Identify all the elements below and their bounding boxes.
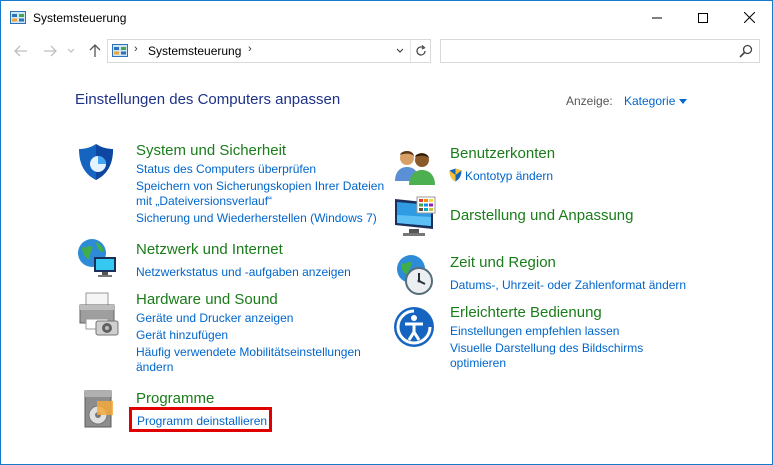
link-recommend-settings[interactable]: Einstellungen empfehlen lassen (450, 323, 619, 339)
link-date-time-format[interactable]: Datums-, Uhrzeit- oder Zahlenformat ände… (450, 277, 686, 293)
monitor-color-icon[interactable] (393, 195, 439, 241)
page-heading: Einstellungen des Computers anpassen (75, 91, 341, 108)
view-by-value: Kategorie (624, 94, 676, 108)
globe-network-icon[interactable] (76, 237, 120, 279)
link-backup-restore[interactable]: Sicherung und Wiederherstellen (Windows … (136, 210, 377, 226)
category-time-region[interactable]: Zeit und Region (450, 254, 556, 271)
forward-button[interactable] (41, 42, 59, 60)
control-panel-icon (112, 44, 128, 57)
category-programs[interactable]: Programme (136, 390, 214, 407)
chevron-down-icon (67, 48, 75, 53)
search-input[interactable] (440, 39, 760, 63)
arrow-right-icon (44, 45, 57, 57)
link-mobility-settings-cont[interactable]: ändern (136, 359, 173, 375)
address-bar[interactable]: › Systemsteuerung › (107, 39, 431, 63)
shield-icon[interactable] (76, 142, 116, 182)
close-icon (743, 12, 755, 23)
window-title: Systemsteuerung (33, 11, 127, 25)
chevron-right-icon[interactable]: › (134, 43, 138, 55)
link-devices-printers[interactable]: Geräte und Drucker anzeigen (136, 310, 293, 326)
printer-icon[interactable] (76, 291, 122, 337)
minimize-button[interactable] (634, 1, 680, 34)
control-panel-icon (10, 11, 26, 24)
category-hardware-sound[interactable]: Hardware und Sound (136, 291, 278, 308)
address-dropdown-button[interactable] (391, 40, 409, 62)
maximize-icon (698, 12, 708, 23)
uac-shield-icon (449, 168, 462, 182)
minimize-icon (652, 17, 662, 18)
search-icon (739, 44, 753, 58)
refresh-icon (415, 45, 426, 56)
link-network-status[interactable]: Netzwerkstatus und -aufgaben anzeigen (136, 264, 351, 280)
title-bar: Systemsteuerung (1, 1, 772, 34)
control-panel-window: Systemsteuerung › Systemsteuerung › Eins… (0, 0, 773, 465)
category-user-accounts[interactable]: Benutzerkonten (450, 145, 555, 162)
users-icon[interactable] (393, 147, 437, 187)
chevron-right-icon[interactable]: › (248, 43, 252, 55)
caret-down-icon (678, 99, 687, 105)
link-file-history-backup-cont[interactable]: mit „Dateiversionsverlauf“ (136, 193, 272, 209)
category-system-security[interactable]: System und Sicherheit (136, 142, 286, 159)
refresh-button[interactable] (410, 40, 430, 62)
breadcrumb-systemsteuerung[interactable]: Systemsteuerung (148, 44, 241, 58)
link-change-account-type[interactable]: Kontotyp ändern (465, 168, 553, 184)
view-by-label: Anzeige: (566, 94, 613, 108)
chevron-down-icon (396, 48, 404, 53)
category-network-internet[interactable]: Netzwerk und Internet (136, 241, 283, 258)
up-button[interactable] (86, 42, 104, 60)
navigation-bar: › Systemsteuerung › (1, 34, 772, 68)
category-ease-of-access[interactable]: Erleichterte Bedienung (450, 304, 602, 321)
view-by-dropdown[interactable]: Kategorie (624, 94, 687, 108)
ease-of-access-icon[interactable] (392, 305, 436, 349)
arrow-left-icon (14, 45, 27, 57)
clock-globe-icon[interactable] (393, 253, 439, 299)
back-button[interactable] (12, 42, 30, 60)
category-appearance[interactable]: Darstellung und Anpassung (450, 207, 633, 224)
highlight-box (129, 407, 272, 432)
link-optimize-display[interactable]: Visuelle Darstellung des Bildschirms (450, 340, 643, 356)
recent-locations-button[interactable] (65, 42, 77, 60)
programs-icon[interactable] (81, 389, 119, 431)
arrow-up-icon (89, 44, 101, 57)
link-file-history-backup[interactable]: Speichern von Sicherungskopien Ihrer Dat… (136, 178, 384, 194)
link-optimize-display-cont[interactable]: optimieren (450, 355, 506, 371)
maximize-button[interactable] (680, 1, 726, 34)
link-computer-status[interactable]: Status des Computers überprüfen (136, 161, 316, 177)
link-mobility-settings[interactable]: Häufig verwendete Mobilitätseinstellunge… (136, 344, 361, 360)
close-button[interactable] (726, 1, 772, 34)
link-add-device[interactable]: Gerät hinzufügen (136, 327, 228, 343)
